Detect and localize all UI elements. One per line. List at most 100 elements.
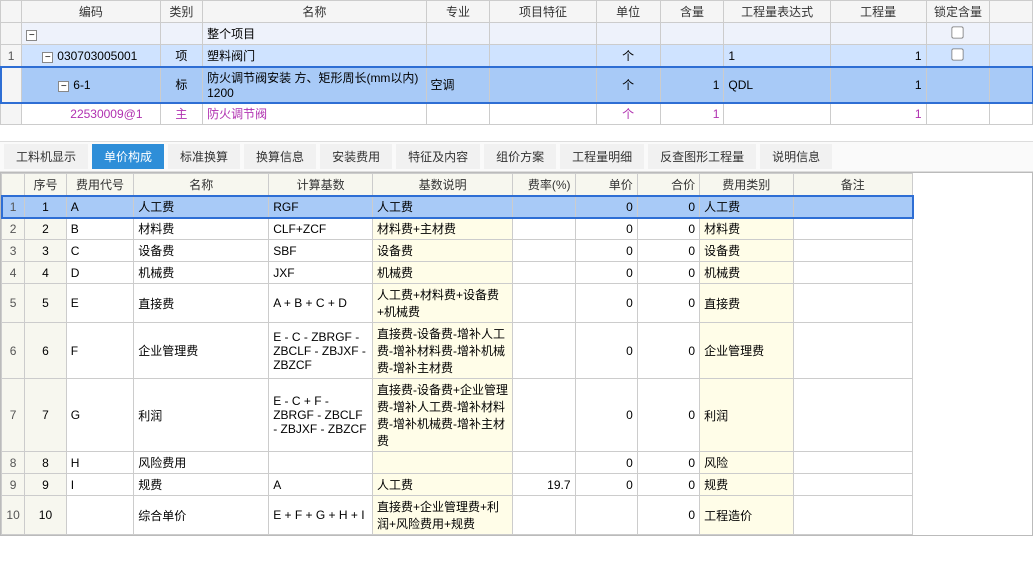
expr-cell[interactable] xyxy=(724,23,830,45)
code-cell[interactable]: A xyxy=(66,196,133,218)
qty-cell[interactable]: 1 xyxy=(660,67,724,103)
total-cell[interactable]: 0 xyxy=(637,196,699,218)
code-cell[interactable]: B xyxy=(66,218,133,240)
tab-3[interactable]: 换算信息 xyxy=(244,144,316,169)
code-cell[interactable]: E xyxy=(66,284,133,323)
price-cell[interactable]: 0 xyxy=(575,379,637,452)
total-cell[interactable]: 0 xyxy=(637,284,699,323)
spec-cell[interactable] xyxy=(426,103,490,125)
tab-0[interactable]: 工料机显示 xyxy=(4,144,88,169)
total-cell[interactable]: 0 xyxy=(637,452,699,474)
code-cell[interactable]: I xyxy=(66,474,133,496)
cost-row[interactable]: 22B材料费CLF+ZCF材料费+主材费00材料费 xyxy=(2,218,913,240)
seq-cell[interactable]: 4 xyxy=(25,262,67,284)
spec-cell[interactable] xyxy=(426,23,490,45)
category-cell[interactable]: 直接费 xyxy=(700,284,793,323)
qty-cell[interactable] xyxy=(660,45,724,67)
total-cell[interactable]: 0 xyxy=(637,379,699,452)
seq-cell[interactable]: 10 xyxy=(25,496,67,535)
price-cell[interactable]: 0 xyxy=(575,262,637,284)
spec-cell[interactable]: 空调 xyxy=(426,67,490,103)
rate-cell[interactable] xyxy=(513,496,575,535)
rate-cell[interactable] xyxy=(513,196,575,218)
cost-row[interactable]: 33C设备费SBF设备费00设备费 xyxy=(2,240,913,262)
total-cell[interactable]: 0 xyxy=(637,240,699,262)
basis-cell[interactable]: RGF xyxy=(269,196,373,218)
rate-cell[interactable] xyxy=(513,379,575,452)
lock-cell[interactable] xyxy=(926,103,990,125)
cost-row[interactable]: 1010综合单价E + F + G + H + I直接费+企业管理费+利润+风险… xyxy=(2,496,913,535)
rate-cell[interactable] xyxy=(513,262,575,284)
collapse-toggle[interactable]: − xyxy=(42,52,53,63)
explain-cell[interactable] xyxy=(373,452,513,474)
basis-cell[interactable] xyxy=(269,452,373,474)
tab-9[interactable]: 说明信息 xyxy=(760,144,832,169)
price-cell[interactable]: 0 xyxy=(575,218,637,240)
explain-cell[interactable]: 设备费 xyxy=(373,240,513,262)
remark-cell[interactable] xyxy=(793,196,912,218)
explain-cell[interactable]: 人工费 xyxy=(373,474,513,496)
total-cell[interactable]: 0 xyxy=(637,474,699,496)
cost-row[interactable]: 99I规费A人工费19.700规费 xyxy=(2,474,913,496)
name-cell[interactable]: 整个项目 xyxy=(203,23,426,45)
basis-cell[interactable]: A xyxy=(269,474,373,496)
remark-cell[interactable] xyxy=(793,240,912,262)
cost-row[interactable]: 77G利润E - C + F - ZBRGF - ZBCLF - ZBJXF -… xyxy=(2,379,913,452)
basis-cell[interactable]: SBF xyxy=(269,240,373,262)
total-cell[interactable]: 0 xyxy=(637,323,699,379)
category-cell[interactable]: 规费 xyxy=(700,474,793,496)
collapse-toggle[interactable]: − xyxy=(26,30,37,41)
code-cell[interactable]: 22530009@1 xyxy=(22,103,160,125)
explain-cell[interactable]: 直接费-设备费-增补人工费-增补材料费-增补机械费-增补主材费 xyxy=(373,323,513,379)
qty-cell[interactable] xyxy=(660,23,724,45)
feature-cell[interactable] xyxy=(490,45,596,67)
tree-row[interactable]: −6-1标防火调节阀安装 方、矩形周长(mm以内) 1200空调个1QDL1 xyxy=(1,67,1033,103)
tab-4[interactable]: 安装费用 xyxy=(320,144,392,169)
name-cell[interactable]: 人工费 xyxy=(134,196,269,218)
cost-row[interactable]: 88H风险费用00风险 xyxy=(2,452,913,474)
feature-cell[interactable] xyxy=(490,67,596,103)
cost-row[interactable]: 44D机械费JXF机械费00机械费 xyxy=(2,262,913,284)
basis-cell[interactable]: CLF+ZCF xyxy=(269,218,373,240)
basis-cell[interactable]: A + B + C + D xyxy=(269,284,373,323)
code-cell[interactable]: D xyxy=(66,262,133,284)
explain-cell[interactable]: 直接费+企业管理费+利润+风险费用+规费 xyxy=(373,496,513,535)
name-cell[interactable]: 企业管理费 xyxy=(134,323,269,379)
name-cell[interactable]: 利润 xyxy=(134,379,269,452)
category-cell[interactable]: 设备费 xyxy=(700,240,793,262)
qty-cell[interactable]: 1 xyxy=(660,103,724,125)
lock-checkbox[interactable] xyxy=(952,26,964,38)
name-cell[interactable]: 设备费 xyxy=(134,240,269,262)
code-cell[interactable]: C xyxy=(66,240,133,262)
category-cell[interactable]: 工程造价 xyxy=(700,496,793,535)
tab-8[interactable]: 反查图形工程量 xyxy=(648,144,756,169)
expr-cell[interactable]: 1 xyxy=(724,45,830,67)
name-cell[interactable]: 规费 xyxy=(134,474,269,496)
code-cell[interactable] xyxy=(66,496,133,535)
explain-cell[interactable]: 机械费 xyxy=(373,262,513,284)
seq-cell[interactable]: 8 xyxy=(25,452,67,474)
remark-cell[interactable] xyxy=(793,379,912,452)
tab-1[interactable]: 单价构成 xyxy=(92,144,164,169)
total-cell[interactable]: 0 xyxy=(637,218,699,240)
tree-row[interactable]: − 整个项目 xyxy=(1,23,1033,45)
lock-cell[interactable] xyxy=(926,23,990,45)
code-cell[interactable]: − xyxy=(22,23,160,45)
feature-cell[interactable] xyxy=(490,103,596,125)
name-cell[interactable]: 风险费用 xyxy=(134,452,269,474)
code-cell[interactable]: F xyxy=(66,323,133,379)
cost-row[interactable]: 55E直接费A + B + C + D人工费+材料费+设备费+机械费00直接费 xyxy=(2,284,913,323)
tab-2[interactable]: 标准换算 xyxy=(168,144,240,169)
expr-cell[interactable]: QDL xyxy=(724,67,830,103)
category-cell[interactable]: 利润 xyxy=(700,379,793,452)
price-cell[interactable] xyxy=(575,496,637,535)
seq-cell[interactable]: 3 xyxy=(25,240,67,262)
rate-cell[interactable] xyxy=(513,240,575,262)
feature-cell[interactable] xyxy=(490,23,596,45)
tree-grid[interactable]: 编码 类别 名称 专业 项目特征 单位 含量 工程量表达式 工程量 锁定含量 −… xyxy=(0,0,1033,125)
seq-cell[interactable]: 7 xyxy=(25,379,67,452)
seq-cell[interactable]: 2 xyxy=(25,218,67,240)
remark-cell[interactable] xyxy=(793,218,912,240)
tab-7[interactable]: 工程量明细 xyxy=(560,144,644,169)
explain-cell[interactable]: 材料费+主材费 xyxy=(373,218,513,240)
